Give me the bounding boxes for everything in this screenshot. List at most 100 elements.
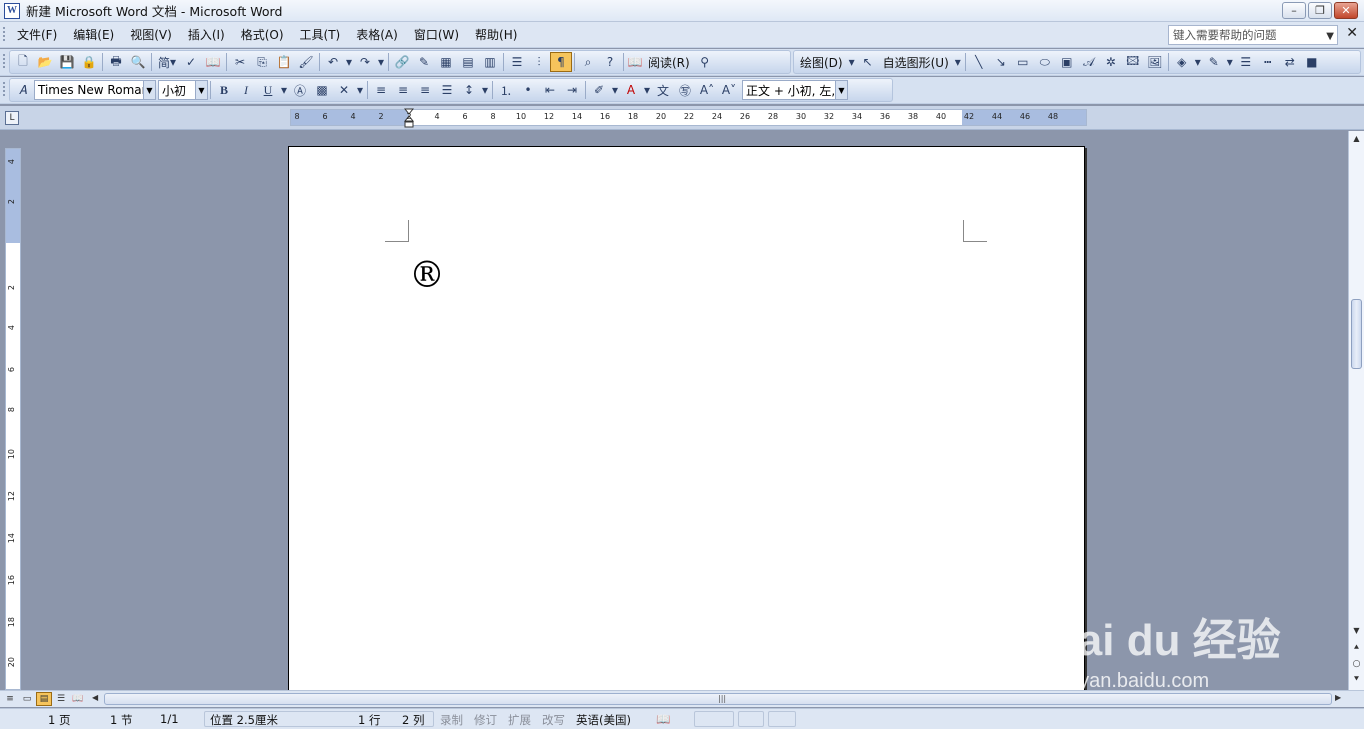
- menu-edit[interactable]: 编辑(E): [65, 25, 122, 45]
- underline-dropdown-icon[interactable]: ▾: [279, 80, 289, 100]
- spelling-icon[interactable]: ✓: [180, 52, 202, 72]
- autoshapes-dropdown-icon[interactable]: ▾: [953, 52, 963, 72]
- scroll-down-icon[interactable]: ▼: [1349, 623, 1364, 637]
- fill-color-icon[interactable]: ◈: [1171, 52, 1193, 72]
- character-shading-icon[interactable]: ▩: [311, 80, 333, 100]
- menu-window[interactable]: 窗口(W): [406, 25, 467, 45]
- find-binoculars-icon[interactable]: ⚲: [694, 52, 716, 72]
- menu-help[interactable]: 帮助(H): [467, 25, 525, 45]
- menu-tools[interactable]: 工具(T): [292, 25, 349, 45]
- numbering-icon[interactable]: ⒈: [495, 80, 517, 100]
- drawing-icon[interactable]: ☰: [506, 52, 528, 72]
- undo-dropdown-icon[interactable]: ▾: [344, 52, 354, 72]
- document-page[interactable]: ®: [288, 146, 1085, 691]
- picture-icon[interactable]: 🖼: [1144, 52, 1166, 72]
- style-select[interactable]: 正文 + 小初, 左, ▼: [742, 80, 848, 100]
- outline-view-icon[interactable]: ☰: [53, 692, 69, 706]
- fill-color-dropdown-icon[interactable]: ▾: [1193, 52, 1203, 72]
- font-color-dropdown-icon[interactable]: ▾: [642, 80, 652, 100]
- increase-indent-icon[interactable]: ⇥: [561, 80, 583, 100]
- chevron-down-icon[interactable]: ▼: [195, 81, 207, 99]
- read-mode-icon[interactable]: 📖: [626, 52, 644, 72]
- draw-menu-button[interactable]: 绘图(D): [796, 54, 847, 71]
- copy-icon[interactable]: ⎘: [251, 52, 273, 72]
- word-app-icon[interactable]: W: [4, 2, 20, 19]
- minimize-button[interactable]: –: [1282, 2, 1306, 19]
- cut-icon[interactable]: ✂: [229, 52, 251, 72]
- save-icon[interactable]: 💾: [56, 52, 78, 72]
- chevron-down-icon[interactable]: ▼: [1326, 28, 1334, 46]
- clip-art-icon[interactable]: 🖾: [1122, 52, 1144, 72]
- shadow-style-icon[interactable]: ■: [1301, 52, 1323, 72]
- line-spacing-icon[interactable]: ↕: [458, 80, 480, 100]
- research-icon[interactable]: 📖: [202, 52, 224, 72]
- tables-borders-icon[interactable]: ✎: [413, 52, 435, 72]
- line-style-icon[interactable]: ☰: [1235, 52, 1257, 72]
- toolbar-grip[interactable]: [3, 82, 5, 98]
- select-browse-object-icon[interactable]: ○: [1349, 657, 1364, 671]
- menu-format[interactable]: 格式(O): [233, 25, 292, 45]
- character-scaling-icon[interactable]: ✕: [333, 80, 355, 100]
- align-left-icon[interactable]: ≡: [370, 80, 392, 100]
- bold-button[interactable]: B: [213, 80, 235, 100]
- autoshapes-menu-button[interactable]: 自选图形(U): [879, 54, 953, 71]
- toolbar-grip[interactable]: [3, 54, 5, 70]
- status-track-changes[interactable]: 修订: [474, 712, 497, 728]
- document-close-button[interactable]: ✕: [1346, 25, 1358, 41]
- line-color-dropdown-icon[interactable]: ▾: [1225, 52, 1235, 72]
- open-folder-icon[interactable]: 📂: [34, 52, 56, 72]
- grow-font-icon[interactable]: A˄: [696, 80, 718, 100]
- line-color-icon[interactable]: ✎: [1203, 52, 1225, 72]
- status-record[interactable]: 录制: [440, 712, 463, 728]
- document-map-icon[interactable]: ⫶: [528, 52, 550, 72]
- spelling-status-icon[interactable]: 📖: [656, 712, 670, 726]
- diagram-icon[interactable]: ✲: [1100, 52, 1122, 72]
- select-object-icon[interactable]: ↖: [857, 52, 879, 72]
- line-spacing-dropdown-icon[interactable]: ▾: [480, 80, 490, 100]
- columns-icon[interactable]: ▥: [479, 52, 501, 72]
- italic-button[interactable]: I: [235, 80, 257, 100]
- oval-icon[interactable]: ⬭: [1034, 52, 1056, 72]
- align-center-icon[interactable]: ≡: [392, 80, 414, 100]
- enclosed-characters-icon[interactable]: ㊢: [674, 80, 696, 100]
- font-name-select[interactable]: Times New Roman ▼: [34, 80, 156, 100]
- print-icon[interactable]: 🖶: [105, 52, 127, 72]
- tab-selector-button[interactable]: L: [5, 111, 19, 125]
- font-color-icon[interactable]: A: [620, 80, 642, 100]
- redo-icon[interactable]: ↷: [354, 52, 376, 72]
- simplified-chinese-button[interactable]: 简 ▾: [154, 52, 180, 72]
- format-painter-icon[interactable]: 🖌: [295, 52, 317, 72]
- print-layout-icon[interactable]: ▤: [36, 692, 52, 706]
- menu-insert[interactable]: 插入(I): [180, 25, 233, 45]
- show-hide-icon[interactable]: ¶: [550, 52, 572, 72]
- line-icon[interactable]: ╲: [968, 52, 990, 72]
- vertical-scroll-thumb[interactable]: [1351, 299, 1362, 369]
- paste-icon[interactable]: 📋: [273, 52, 295, 72]
- rectangle-icon[interactable]: ▭: [1012, 52, 1034, 72]
- arrow-style-icon[interactable]: ⇄: [1279, 52, 1301, 72]
- status-overtype[interactable]: 改写: [542, 712, 565, 728]
- previous-page-icon[interactable]: ⯅: [1349, 641, 1364, 655]
- vertical-scrollbar[interactable]: ▲ ▼ ⯅ ○ ⯆: [1348, 131, 1364, 691]
- bullets-icon[interactable]: •: [517, 80, 539, 100]
- horizontal-scroll-thumb[interactable]: |||: [104, 693, 1332, 705]
- maximize-button[interactable]: ❐: [1308, 2, 1332, 19]
- decrease-indent-icon[interactable]: ⇤: [539, 80, 561, 100]
- hyperlink-icon[interactable]: 🔗: [391, 52, 413, 72]
- highlight-icon[interactable]: ✐: [588, 80, 610, 100]
- styles-formatting-icon[interactable]: 𝐴: [12, 80, 34, 100]
- scaling-dropdown-icon[interactable]: ▾: [355, 80, 365, 100]
- draw-dropdown-icon[interactable]: ▾: [847, 52, 857, 72]
- close-button[interactable]: ✕: [1334, 2, 1358, 19]
- help-search-input[interactable]: 键入需要帮助的问题 ▼: [1168, 25, 1338, 45]
- undo-icon[interactable]: ↶: [322, 52, 344, 72]
- arrow-icon[interactable]: ↘: [990, 52, 1012, 72]
- menu-view[interactable]: 视图(V): [122, 25, 180, 45]
- justify-icon[interactable]: ☰: [436, 80, 458, 100]
- highlight-dropdown-icon[interactable]: ▾: [610, 80, 620, 100]
- phonetic-guide-icon[interactable]: 文: [652, 80, 674, 100]
- insert-table-icon[interactable]: ▦: [435, 52, 457, 72]
- vertical-ruler[interactable]: 4 2 2 4 6 8 10 12 14 16 18 20: [5, 148, 21, 690]
- text-box-icon[interactable]: ▣: [1056, 52, 1078, 72]
- scroll-right-icon[interactable]: ▶: [1335, 693, 1341, 702]
